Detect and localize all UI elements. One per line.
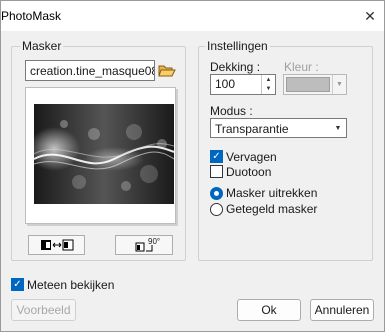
color-combo[interactable]: ▼ — [283, 74, 347, 95]
browse-folder-button[interactable] — [156, 60, 178, 80]
spin-down-icon[interactable]: ▼ — [262, 85, 275, 95]
opacity-value: 100 — [215, 77, 236, 91]
chevron-down-icon: ▼ — [334, 124, 342, 132]
mode-value: Transparantie — [215, 122, 289, 136]
duotone-label: Duotoon — [226, 165, 272, 179]
opacity-label: Dekking : — [210, 60, 261, 74]
fade-checkbox[interactable]: ✓ — [210, 150, 223, 163]
rotate-label: 90° — [148, 237, 161, 246]
fade-label: Vervagen — [226, 150, 277, 164]
stretch-mask-label: Masker uitrekken — [226, 186, 318, 200]
ok-button[interactable]: Ok — [237, 299, 301, 321]
stretch-mask-radio[interactable] — [210, 187, 223, 200]
swap-mask-icon — [40, 239, 73, 251]
preview-button[interactable]: Voorbeeld — [11, 299, 76, 321]
close-icon[interactable]: ✕ — [356, 1, 384, 31]
invert-mask-button[interactable] — [28, 235, 85, 255]
color-swatch — [286, 77, 330, 92]
opacity-spinbox[interactable]: 100 ▲ ▼ — [210, 74, 276, 95]
photomask-dialog: PhotoMask ✕ Masker creation.tine_masque0… — [0, 0, 385, 332]
mask-preview-image — [34, 104, 174, 204]
live-preview-checkbox[interactable]: ✓ — [11, 278, 24, 291]
live-preview-label: Meteen bekijken — [27, 278, 115, 292]
mask-preview-frame — [25, 87, 176, 224]
color-label: Kleur : — [284, 60, 319, 74]
folder-open-icon — [158, 65, 176, 76]
tiled-mask-radio[interactable] — [210, 203, 223, 216]
cancel-button[interactable]: Annuleren — [310, 299, 374, 321]
mask-filename-field[interactable]: creation.tine_masque084.jp — [25, 60, 155, 81]
tiled-mask-label: Getegeld masker — [226, 202, 318, 216]
mode-select[interactable]: Transparantie ▼ — [210, 118, 347, 138]
chevron-down-icon: ▼ — [332, 75, 346, 94]
rotate-mask-button[interactable]: 90° — [115, 235, 173, 255]
title-bar: PhotoMask ✕ — [1, 1, 384, 31]
mode-label: Modus : — [210, 104, 253, 118]
window-title: PhotoMask — [1, 9, 62, 23]
duotone-checkbox[interactable] — [210, 165, 223, 178]
spin-up-icon[interactable]: ▲ — [262, 75, 275, 85]
masker-legend: Masker — [20, 39, 64, 53]
settings-legend: Instellingen — [205, 39, 270, 53]
